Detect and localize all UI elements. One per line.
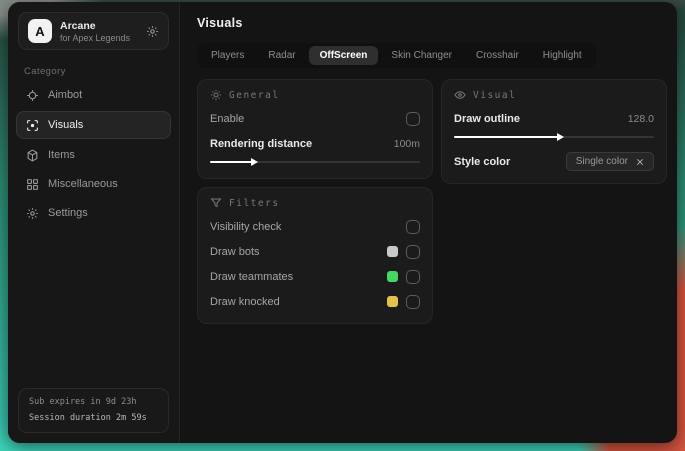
general-panel-title: General [229,89,280,101]
draw-bots-checkbox[interactable] [406,244,420,259]
sidebar-item-label: Settings [48,207,88,219]
main-content: Visuals Players Radar OffScreen Skin Cha… [180,2,677,443]
draw-teammates-label: Draw teammates [210,270,294,283]
sidebar: A Arcane for Apex Legends Category Aimbo… [8,2,180,443]
style-color-label: Style color [454,155,511,168]
draw-bots-color-swatch[interactable] [387,246,398,257]
visibility-check-row: Visibility check [210,216,420,237]
draw-outline-row: Draw outline 128.0 [454,108,654,129]
tab-highlight[interactable]: Highlight [532,46,593,65]
style-color-chip[interactable]: Single color [565,152,654,171]
tab-bar: Players Radar OffScreen Skin Changer Cro… [197,43,596,68]
draw-outline-label: Draw outline [454,112,521,125]
tab-radar[interactable]: Radar [257,46,306,65]
gear-icon [26,207,39,220]
crosshair-icon [26,89,39,102]
app-subtitle: for Apex Legends [60,33,131,44]
app-window: A Arcane for Apex Legends Category Aimbo… [8,2,677,443]
rendering-distance-value: 100m [393,137,420,150]
session-duration-text: Session duration 2m 59s [29,412,147,423]
app-logo: A [28,19,52,43]
category-label: Category [24,66,66,77]
right-column: Visual Draw outline 128.0 Style color Si… [441,79,667,184]
visibility-check-label: Visibility check [210,220,282,233]
draw-knocked-row: Draw knocked [210,291,420,312]
grid-icon [26,178,39,191]
enable-checkbox[interactable] [406,111,420,126]
app-header-card: A Arcane for Apex Legends [18,12,169,50]
app-titles: Arcane for Apex Legends [60,19,130,43]
style-color-row: Style color Single color [454,151,654,172]
filters-panel-header: Filters [210,197,420,209]
slider-fill[interactable] [454,133,564,141]
slider-fill[interactable] [210,158,258,166]
draw-knocked-label: Draw knocked [210,295,280,308]
visual-panel-header: Visual [454,89,654,101]
sidebar-item-label: Items [48,149,75,161]
page-title: Visuals [197,16,243,30]
tab-players[interactable]: Players [200,46,255,65]
enable-label: Enable [210,112,245,125]
draw-teammates-checkbox[interactable] [406,269,420,284]
draw-bots-row: Draw bots [210,241,420,262]
sidebar-item-items[interactable]: Items [16,142,171,168]
subscription-status-card: Sub expires in 9d 23h Session duration 2… [18,388,169,433]
tab-offscreen[interactable]: OffScreen [308,46,379,65]
visibility-check-checkbox[interactable] [406,219,420,234]
rendering-distance-row: Rendering distance 100m [210,133,420,154]
sidebar-item-visuals[interactable]: Visuals [16,111,171,139]
filters-panel: Filters Visibility check Draw bots Draw … [197,187,433,324]
draw-outline-slider[interactable] [454,132,654,142]
general-panel-header: General [210,89,420,101]
enable-row: Enable [210,108,420,129]
draw-knocked-checkbox[interactable] [406,294,420,309]
sidebar-item-settings[interactable]: Settings [16,200,171,226]
style-color-chip-text: Single color [575,156,628,167]
rendering-distance-label: Rendering distance [210,137,313,150]
close-icon[interactable] [636,158,644,166]
eye-icon [454,89,466,101]
draw-outline-value: 128.0 [627,112,654,125]
sidebar-item-label: Miscellaneous [48,178,118,190]
app-name: Arcane [60,19,96,32]
funnel-icon [210,197,222,209]
tab-skin-changer[interactable]: Skin Changer [380,46,463,65]
draw-bots-label: Draw bots [210,245,260,258]
draw-teammates-row: Draw teammates [210,266,420,287]
draw-knocked-color-swatch[interactable] [387,296,398,307]
visual-panel: Visual Draw outline 128.0 Style color Si… [441,79,667,184]
sidebar-item-aimbot[interactable]: Aimbot [16,82,171,108]
draw-teammates-color-swatch[interactable] [387,271,398,282]
sidebar-nav: Aimbot Visuals Items Miscellaneous Setti… [8,82,179,226]
eye-scan-icon [26,119,39,132]
visual-panel-title: Visual [473,89,517,101]
tab-crosshair[interactable]: Crosshair [465,46,530,65]
gear-icon[interactable] [146,25,159,38]
filters-panel-title: Filters [229,197,280,209]
sidebar-item-label: Aimbot [48,89,83,101]
sidebar-item-label: Visuals [48,119,84,131]
general-panel: General Enable Rendering distance 100m [197,79,433,179]
sidebar-item-miscellaneous[interactable]: Miscellaneous [16,171,171,197]
rendering-distance-slider[interactable] [210,157,420,167]
sun-icon [210,89,222,101]
cube-icon [26,148,39,162]
left-column: General Enable Rendering distance 100m F… [197,79,433,324]
panels-area: General Enable Rendering distance 100m F… [197,79,667,324]
sub-expires-text: Sub expires in 9d 23h [29,397,137,408]
